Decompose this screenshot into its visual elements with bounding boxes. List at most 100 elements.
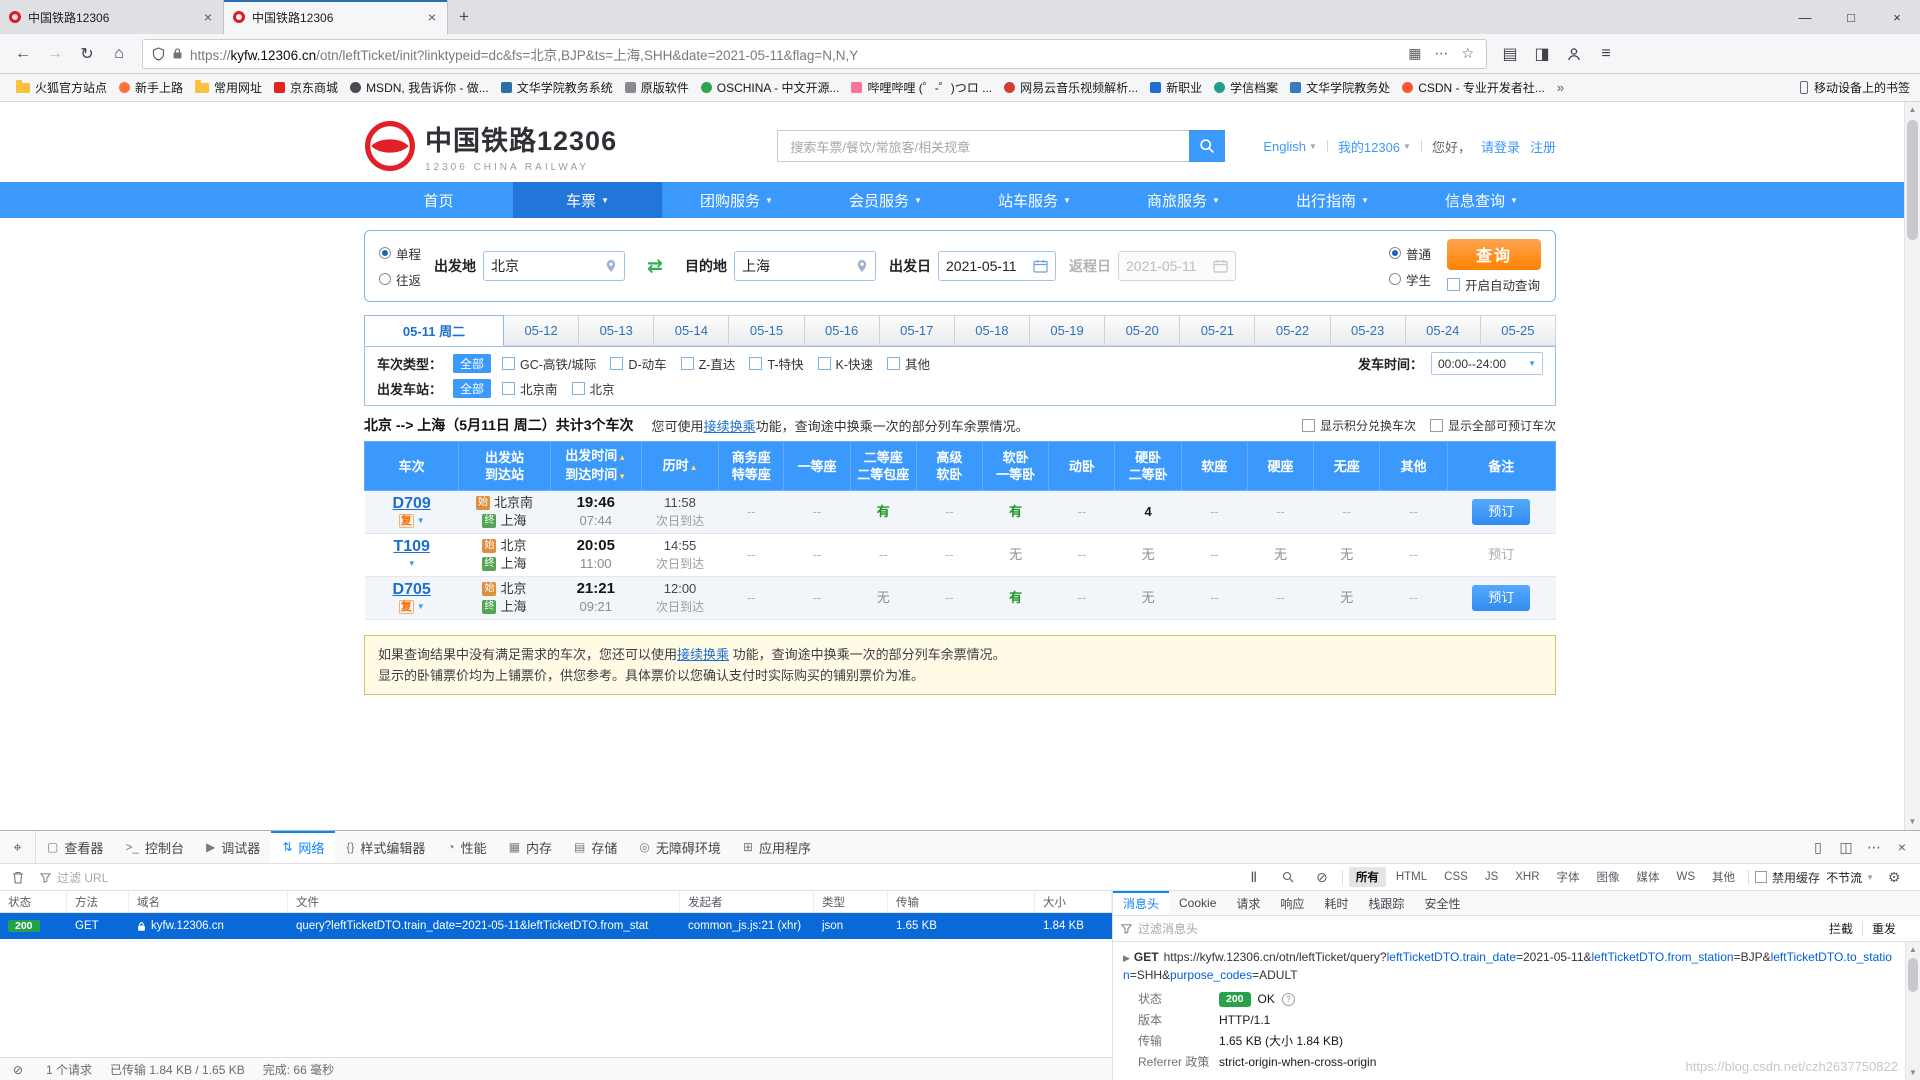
bookmark-item-3[interactable]: 京东商城 xyxy=(268,76,344,99)
filter-pill-0[interactable]: 所有 xyxy=(1349,867,1386,887)
back-button[interactable]: ← xyxy=(8,39,38,69)
menu-icon[interactable]: ≡ xyxy=(1591,39,1621,69)
date-tab-14[interactable]: 05-25 xyxy=(1481,315,1556,346)
details-tab-1[interactable]: Cookie xyxy=(1169,891,1226,915)
address-bar[interactable]: https://kyfw.12306.cn/otn/leftTicket/ini… xyxy=(142,39,1487,69)
details-tab-0[interactable]: 消息头 xyxy=(1113,891,1169,915)
transfer-link[interactable]: 接续换乘 xyxy=(677,647,729,662)
radio-option[interactable]: 单程 xyxy=(379,244,421,263)
railway-logo[interactable]: 中国铁路12306 12306 CHINA RAILWAY xyxy=(364,119,617,173)
return-date-input[interactable]: 2021-05-11 xyxy=(1118,251,1236,281)
pause-log-icon[interactable]: Ⅱ xyxy=(1240,864,1268,890)
request-column-header[interactable]: 文件 xyxy=(288,891,680,912)
filter-pill-5[interactable]: 字体 xyxy=(1550,867,1587,887)
request-url-line[interactable]: ▶GEThttps://kyfw.12306.cn/otn/leftTicket… xyxy=(1123,949,1892,984)
throttle-select[interactable]: 不节流▼ xyxy=(1826,869,1874,886)
show-all-checkbox[interactable]: 显示全部可预订车次 xyxy=(1430,417,1556,434)
filter-pill-8[interactable]: WS xyxy=(1670,869,1703,885)
search-button[interactable] xyxy=(1189,130,1225,162)
split-console-icon[interactable]: ◫ xyxy=(1832,834,1860,860)
bookmark-item-12[interactable]: 文华学院教务处 xyxy=(1284,76,1396,99)
train-type-checkbox[interactable]: Z-直达 xyxy=(681,354,736,373)
filter-pill-4[interactable]: XHR xyxy=(1508,869,1546,885)
radio-option[interactable]: 往返 xyxy=(379,270,421,289)
minimize-button[interactable]: — xyxy=(1782,0,1828,34)
date-tab-6[interactable]: 05-17 xyxy=(880,315,955,346)
nav-item-2[interactable]: 团购服务 ▼ xyxy=(662,182,811,218)
page-actions-icon[interactable]: ⋯ xyxy=(1431,45,1451,62)
bookmark-item-11[interactable]: 学信档案 xyxy=(1208,76,1284,99)
all-types-badge[interactable]: 全部 xyxy=(453,354,491,373)
devtools-tab-4[interactable]: {} 样式编辑器 xyxy=(335,831,436,863)
library-icon[interactable]: ▤ xyxy=(1495,39,1525,69)
devtools-close-icon[interactable]: × xyxy=(1888,834,1916,860)
date-tab-9[interactable]: 05-20 xyxy=(1105,315,1180,346)
details-tab-2[interactable]: 请求 xyxy=(1226,891,1270,915)
network-settings-icon[interactable]: ⚙ xyxy=(1880,864,1908,890)
bookmark-item-10[interactable]: 新职业 xyxy=(1144,76,1208,99)
nav-item-6[interactable]: 出行指南 ▼ xyxy=(1258,182,1407,218)
radio-option[interactable]: 普通 xyxy=(1389,244,1431,263)
nav-item-7[interactable]: 信息查询 ▼ xyxy=(1407,182,1556,218)
tab-close-icon[interactable]: × xyxy=(202,9,214,25)
request-column-header[interactable]: 域名 xyxy=(129,891,288,912)
sidebar-icon[interactable]: ◨ xyxy=(1527,39,1557,69)
filter-pill-1[interactable]: HTML xyxy=(1389,869,1434,885)
depart-time-select[interactable]: 00:00--24:00 ▼ xyxy=(1431,352,1543,375)
devtools-tab-0[interactable]: ▢ 查看器 xyxy=(36,831,114,863)
bookmark-item-8[interactable]: 哔哩哔哩 (゜-゜)つロ ... xyxy=(845,76,998,99)
date-tab-13[interactable]: 05-24 xyxy=(1406,315,1481,346)
lock-icon[interactable] xyxy=(172,47,183,60)
tab-close-icon[interactable]: × xyxy=(426,9,438,25)
transfer-link[interactable]: 接续换乘 xyxy=(704,419,756,434)
scroll-up-icon[interactable]: ▲ xyxy=(1905,102,1920,118)
responsive-mode-icon[interactable]: ▯ xyxy=(1804,834,1832,860)
train-number-link[interactable]: D705 xyxy=(367,581,457,599)
reload-button[interactable]: ↻ xyxy=(72,39,102,69)
all-stations-badge[interactable]: 全部 xyxy=(453,379,491,398)
mobile-bookmarks[interactable]: 移动设备上的书签 xyxy=(1800,79,1910,96)
column-header[interactable]: 历时▲ xyxy=(641,442,718,491)
url-filter-input[interactable]: 过滤 URL xyxy=(36,869,456,886)
resend-button[interactable]: 重发 xyxy=(1872,920,1896,937)
sort-icon[interactable]: ▼ xyxy=(618,472,626,481)
date-tab-1[interactable]: 05-12 xyxy=(504,315,579,346)
train-number-link[interactable]: D709 xyxy=(367,495,457,513)
browser-tab-active[interactable]: 中国铁路12306 × xyxy=(224,0,448,34)
train-type-checkbox[interactable]: K-快速 xyxy=(818,354,874,373)
scroll-down-icon[interactable]: ▼ xyxy=(1905,814,1920,830)
language-select[interactable]: English▼ xyxy=(1263,139,1317,154)
bookmark-star-icon[interactable]: ☆ xyxy=(1458,45,1477,62)
expand-caret-icon[interactable]: ▼ xyxy=(408,555,416,573)
shield-icon[interactable] xyxy=(152,47,165,61)
sort-icon[interactable]: ▲ xyxy=(690,463,698,472)
bookmark-item-9[interactable]: 网易云音乐视频解析... xyxy=(998,76,1144,99)
date-tab-8[interactable]: 05-19 xyxy=(1030,315,1105,346)
book-button[interactable]: 预订 xyxy=(1472,499,1530,525)
search-input[interactable]: 搜索车票/餐饮/常旅客/相关规章 xyxy=(777,130,1189,162)
auto-query-checkbox[interactable]: 开启自动查询 xyxy=(1447,275,1540,294)
details-tab-4[interactable]: 耗时 xyxy=(1314,891,1358,915)
block-requests-icon[interactable]: ⊘ xyxy=(1308,864,1336,890)
bookmarks-overflow-icon[interactable]: » xyxy=(1551,80,1570,95)
devtools-tab-6[interactable]: ▦ 内存 xyxy=(498,831,563,863)
filter-pill-3[interactable]: JS xyxy=(1478,869,1505,885)
from-station-input[interactable]: 北京 xyxy=(483,251,625,281)
expand-caret-icon[interactable]: ▼ xyxy=(417,598,425,616)
depart-date-input[interactable]: 2021-05-11 xyxy=(938,251,1056,281)
close-button[interactable]: × xyxy=(1874,0,1920,34)
radio-option[interactable]: 学生 xyxy=(1389,270,1431,289)
devtools-tab-1[interactable]: >_ 控制台 xyxy=(114,831,195,863)
bookmark-item-6[interactable]: 原版软件 xyxy=(619,76,695,99)
devtools-tab-8[interactable]: ◎ 无障碍环境 xyxy=(628,831,732,863)
devtools-tab-2[interactable]: ▶ 调试器 xyxy=(195,831,271,863)
filter-pill-2[interactable]: CSS xyxy=(1437,869,1475,885)
station-checkbox[interactable]: 北京 xyxy=(572,379,615,398)
request-column-header[interactable]: 类型 xyxy=(814,891,888,912)
date-tab-2[interactable]: 05-13 xyxy=(579,315,654,346)
scroll-up-icon[interactable]: ▲ xyxy=(1906,942,1920,958)
scroll-down-icon[interactable]: ▼ xyxy=(1906,1065,1920,1080)
request-column-header[interactable]: 发起者 xyxy=(680,891,814,912)
clear-requests-icon[interactable] xyxy=(4,864,32,890)
train-type-checkbox[interactable]: T-特快 xyxy=(749,354,803,373)
